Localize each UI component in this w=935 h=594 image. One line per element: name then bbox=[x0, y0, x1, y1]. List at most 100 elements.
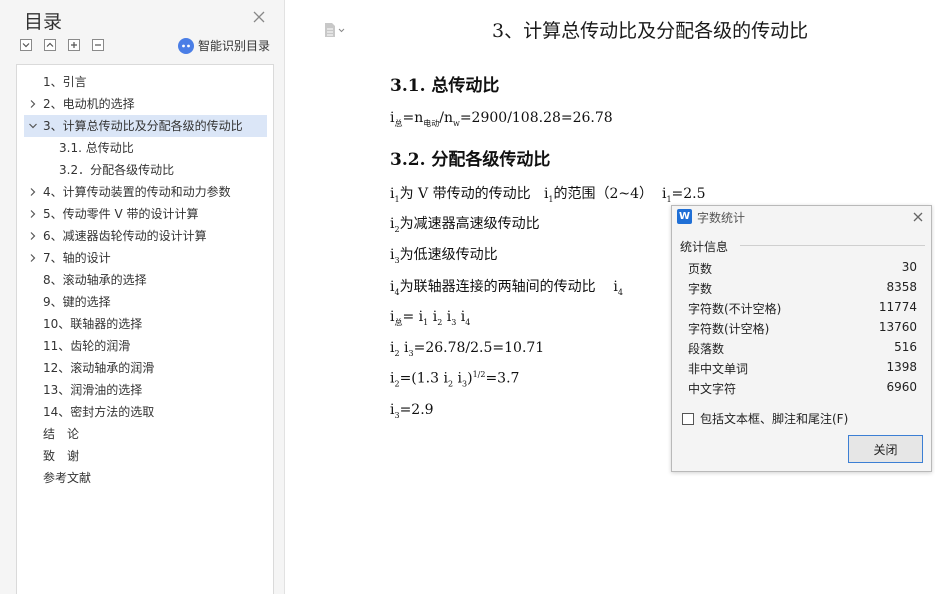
close-icon[interactable] bbox=[251, 9, 267, 25]
stat-row: 字符数(不计空格) 11774 bbox=[688, 298, 917, 318]
stat-value: 1398 bbox=[886, 360, 917, 374]
toc-item-label: 3、计算总传动比及分配各级的传动比 bbox=[43, 119, 243, 133]
chevron-down-icon[interactable] bbox=[28, 121, 38, 131]
stat-row: 字数 8358 bbox=[688, 278, 917, 298]
toc-item[interactable]: 8、滚动轴承的选择 bbox=[17, 269, 273, 291]
stat-value: 13760 bbox=[878, 320, 917, 334]
toc-item[interactable]: 6、减速器齿轮传动的设计计算 bbox=[17, 225, 273, 247]
stat-label: 段落数 bbox=[688, 342, 725, 356]
toc-item-label: 11、齿轮的润滑 bbox=[43, 339, 131, 353]
page-title: 3、计算总传动比及分配各级的传动比 bbox=[492, 20, 809, 42]
paragraph-i4: i4为联轴器连接的两轴间的传动比 i4 bbox=[390, 279, 623, 297]
toc-item-label: 1、引言 bbox=[43, 75, 87, 89]
toc-item[interactable]: 参考文献 bbox=[17, 467, 273, 489]
stat-row: 段落数 516 bbox=[688, 338, 917, 358]
stat-label: 字数 bbox=[688, 282, 713, 296]
add-heading-icon[interactable] bbox=[68, 39, 80, 51]
toc-item[interactable]: 3、计算总传动比及分配各级的传动比 bbox=[24, 115, 267, 137]
toc-item[interactable]: 11、齿轮的润滑 bbox=[17, 335, 273, 357]
toc-item[interactable]: 1、引言 bbox=[17, 71, 273, 93]
toc-sidebar: 目录 智能识别目录 1、引言 2、电动机的选择 3、计算总传动比及分配各级的传动比 3… bbox=[0, 0, 285, 594]
stat-row: 页数 30 bbox=[688, 258, 917, 278]
toc-title: 目录 bbox=[24, 11, 63, 33]
toc-item-label: 2、电动机的选择 bbox=[43, 97, 135, 111]
toc-item-label: 6、减速器齿轮传动的设计计算 bbox=[43, 229, 207, 243]
toc-item-label: 参考文献 bbox=[43, 471, 92, 485]
stat-label: 字符数(不计空格) bbox=[688, 302, 782, 316]
paragraph-i1: i1为 V 带传动的传动比 i1的范围（2~4） i1=2.5 bbox=[390, 186, 706, 204]
toc-item[interactable]: 3.1. 总传动比 bbox=[17, 137, 273, 159]
formula-i3-value: i3=2.9 bbox=[390, 402, 434, 420]
stat-value: 6960 bbox=[886, 380, 917, 394]
stat-row: 非中文单词 1398 bbox=[688, 358, 917, 378]
formula-i2i3: i2 i3=26.78/2.5=10.71 bbox=[390, 340, 545, 358]
stat-value: 11774 bbox=[878, 300, 917, 314]
stat-row: 字符数(计空格) 13760 bbox=[688, 318, 917, 338]
dialog-title-bar[interactable]: W 字数统计 bbox=[672, 206, 931, 228]
chevron-right-icon[interactable] bbox=[28, 187, 38, 197]
stat-value: 30 bbox=[901, 260, 917, 274]
formula-product: i总= i1 i2 i3 i4 bbox=[390, 309, 471, 327]
smart-toc-button[interactable]: 智能识别目录 bbox=[178, 37, 270, 54]
chevron-right-icon[interactable] bbox=[28, 209, 38, 219]
paragraph-i2: i2为减速器高速级传动比 bbox=[390, 216, 540, 234]
stat-value: 516 bbox=[894, 340, 917, 354]
section-divider bbox=[740, 245, 925, 246]
toc-item-label: 3.2．分配各级传动比 bbox=[59, 163, 175, 177]
word-count-dialog: W 字数统计 统计信息 页数 30 字数 8358 字符数(不计空格) 11774 字符数(… bbox=[671, 205, 932, 472]
wps-writer-icon: W bbox=[677, 209, 692, 224]
close-button[interactable]: 关闭 bbox=[848, 435, 923, 463]
toc-item[interactable]: 5、传动零件 V 带的设计计算 bbox=[17, 203, 273, 225]
stat-label: 页数 bbox=[688, 262, 713, 276]
close-icon[interactable] bbox=[911, 210, 925, 224]
checkbox-label: 包括文本框、脚注和尾注(F) bbox=[700, 412, 849, 426]
toc-item[interactable]: 3.2．分配各级传动比 bbox=[17, 159, 273, 181]
toc-item-label: 13、润滑油的选择 bbox=[43, 383, 143, 397]
toc-item[interactable]: 4、计算传动装置的传动和动力参数 bbox=[17, 181, 273, 203]
remove-heading-icon[interactable] bbox=[92, 39, 104, 51]
toc-item-label: 3.1. 总传动比 bbox=[59, 141, 134, 155]
toc-item[interactable]: 结 论 bbox=[17, 423, 273, 445]
stat-label: 非中文单词 bbox=[688, 362, 749, 376]
chevron-right-icon[interactable] bbox=[28, 231, 38, 241]
stat-label: 字符数(计空格) bbox=[688, 322, 770, 336]
section-heading-3-1: 3.1. 总传动比 bbox=[390, 76, 500, 96]
toc-item-label: 5、传动零件 V 带的设计计算 bbox=[43, 207, 199, 221]
collapse-all-icon[interactable] bbox=[44, 39, 56, 51]
stat-label: 中文字符 bbox=[688, 382, 737, 396]
toc-item-label: 9、键的选择 bbox=[43, 295, 111, 309]
toc-item[interactable]: 致 谢 bbox=[17, 445, 273, 467]
toc-list: 1、引言 2、电动机的选择 3、计算总传动比及分配各级的传动比 3.1. 总传动比 3.… bbox=[16, 64, 274, 594]
paragraph-i3: i3为低速级传动比 bbox=[390, 247, 498, 265]
section-heading-3-2: 3.2. 分配各级传动比 bbox=[390, 150, 551, 170]
dialog-title: 字数统计 bbox=[697, 211, 746, 225]
toc-item[interactable]: 9、键的选择 bbox=[17, 291, 273, 313]
formula-i2-value: i2=(1.3 i2 i3)1/2=3.7 bbox=[390, 370, 520, 389]
smart-recognize-icon bbox=[178, 37, 194, 54]
toc-item-label: 4、计算传动装置的传动和动力参数 bbox=[43, 185, 231, 199]
stat-value: 8358 bbox=[886, 280, 917, 294]
smart-toc-label: 智能识别目录 bbox=[198, 39, 271, 53]
chevron-right-icon[interactable] bbox=[28, 99, 38, 109]
toc-item[interactable]: 13、润滑油的选择 bbox=[17, 379, 273, 401]
toc-item-label: 10、联轴器的选择 bbox=[43, 317, 143, 331]
formula-total-ratio: i总=n电动/nw=2900/108.28=26.78 bbox=[390, 110, 613, 128]
toc-item[interactable]: 12、滚动轴承的润滑 bbox=[17, 357, 273, 379]
toc-item-label: 14、密封方法的选取 bbox=[43, 405, 155, 419]
toc-item[interactable]: 14、密封方法的选取 bbox=[17, 401, 273, 423]
toc-item[interactable]: 2、电动机的选择 bbox=[17, 93, 273, 115]
toc-item[interactable]: 10、联轴器的选择 bbox=[17, 313, 273, 335]
toc-item-label: 结 论 bbox=[43, 427, 80, 441]
chevron-right-icon[interactable] bbox=[28, 253, 38, 263]
toc-item-label: 8、滚动轴承的选择 bbox=[43, 273, 147, 287]
include-textbox-footnote-checkbox[interactable] bbox=[682, 412, 694, 425]
statistics-section-label: 统计信息 bbox=[680, 240, 729, 254]
expand-all-icon[interactable] bbox=[20, 39, 32, 51]
toc-item-label: 致 谢 bbox=[43, 449, 80, 463]
page-view-icon[interactable] bbox=[323, 22, 345, 38]
stat-row: 中文字符 6960 bbox=[688, 378, 917, 398]
toc-item-label: 7、轴的设计 bbox=[43, 251, 111, 265]
toc-item[interactable]: 7、轴的设计 bbox=[17, 247, 273, 269]
toc-item-label: 12、滚动轴承的润滑 bbox=[43, 361, 155, 375]
include-textbox-footnote-option[interactable]: 包括文本框、脚注和尾注(F) bbox=[682, 410, 848, 427]
